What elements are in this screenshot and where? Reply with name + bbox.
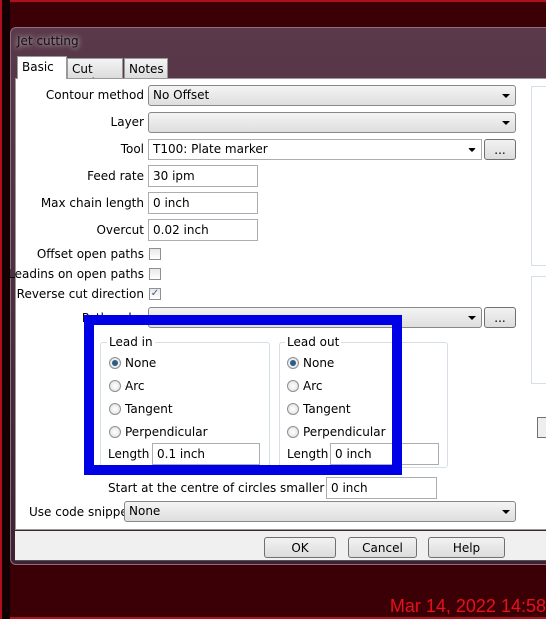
feed-rate-label: Feed rate bbox=[87, 169, 144, 183]
reverse-cut-label: Reverse cut direction bbox=[16, 287, 144, 301]
reverse-cut-checkbox[interactable]: ✓ bbox=[149, 288, 161, 300]
tab-notes[interactable]: Notes bbox=[124, 58, 168, 78]
left-edge bbox=[2, 0, 10, 619]
leadins-open-paths-label: Leadins on open paths bbox=[8, 267, 144, 281]
offset-open-paths-checkbox[interactable] bbox=[149, 248, 161, 260]
code-snippet-value: None bbox=[129, 504, 161, 518]
layer-select[interactable] bbox=[148, 112, 516, 133]
right-button-partial[interactable] bbox=[537, 417, 546, 438]
chevron-down-icon bbox=[502, 94, 510, 98]
tab-cut-path[interactable]: Cut path bbox=[67, 58, 123, 90]
dialog-title: Jet cutting bbox=[17, 34, 79, 48]
chevron-down-icon bbox=[502, 121, 510, 125]
overcut-input[interactable]: 0.02 inch bbox=[148, 219, 258, 241]
tool-select[interactable]: T100: Plate marker bbox=[148, 139, 482, 160]
chevron-down-icon bbox=[468, 316, 476, 320]
right-group-partial bbox=[531, 86, 546, 266]
code-snippet-select[interactable]: None bbox=[124, 501, 516, 522]
highlight-box bbox=[84, 315, 402, 475]
contour-method-select[interactable]: No Offset bbox=[148, 85, 516, 106]
tool-label: Tool bbox=[120, 142, 144, 156]
timestamp: Mar 14, 2022 14:58 bbox=[389, 596, 546, 616]
help-button[interactable]: Help bbox=[428, 537, 505, 558]
tab-basic[interactable]: Basic bbox=[17, 56, 67, 79]
tool-browse-button[interactable]: ... bbox=[484, 139, 516, 160]
start-centre-input[interactable]: 0 inch bbox=[326, 477, 437, 499]
offset-open-paths-label: Offset open paths bbox=[36, 247, 144, 261]
feed-rate-input[interactable]: 30 ipm bbox=[148, 165, 258, 187]
layer-label: Layer bbox=[110, 115, 144, 129]
contour-method-value: No Offset bbox=[153, 88, 210, 102]
leadins-open-paths-checkbox[interactable] bbox=[149, 268, 161, 280]
chevron-down-icon bbox=[468, 148, 476, 152]
contour-method-label: Contour method bbox=[45, 88, 144, 102]
start-centre-label: Start at the centre of circles smaller t… bbox=[108, 481, 356, 495]
right-group-partial-2 bbox=[531, 276, 546, 384]
chevron-down-icon bbox=[502, 510, 510, 514]
max-chain-length-label: Max chain length bbox=[40, 196, 144, 210]
path-order-browse-button[interactable]: ... bbox=[484, 307, 516, 328]
tool-value: T100: Plate marker bbox=[153, 142, 268, 156]
code-snippet-label: Use code snippet bbox=[29, 505, 133, 519]
ok-button[interactable]: OK bbox=[264, 537, 336, 558]
cancel-button[interactable]: Cancel bbox=[348, 537, 417, 558]
max-chain-length-input[interactable]: 0 inch bbox=[148, 192, 258, 214]
overcut-label: Overcut bbox=[96, 223, 144, 237]
